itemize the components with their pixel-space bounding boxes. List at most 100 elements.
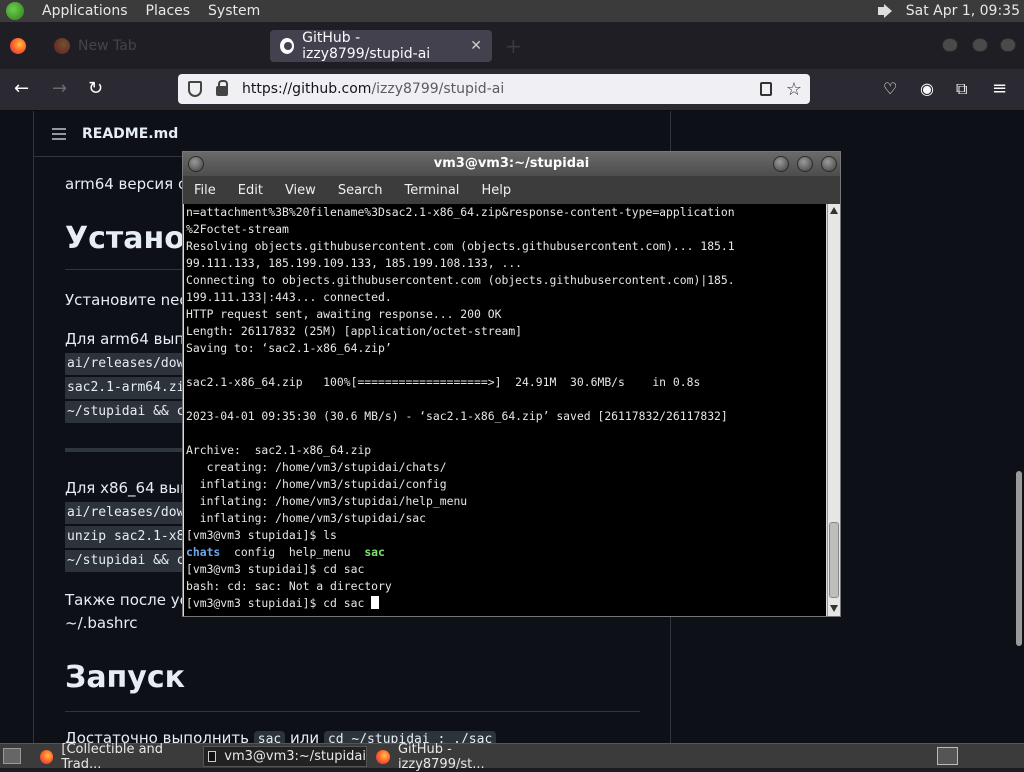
- bottom-taskbar: [Collectible and Trad... vm3@vm3:~/stupi…: [0, 742, 1024, 772]
- terminal-line: Resolving objects.githubusercontent.com …: [186, 239, 735, 253]
- terminal-line: 2023-04-01 09:35:30 (30.6 MB/s) - ‘sac2.…: [186, 409, 728, 423]
- minimize-button[interactable]: [942, 38, 958, 52]
- top-panel: Applications Places System Sat Apr 1, 09…: [0, 0, 1024, 22]
- extensions-icon[interactable]: ⧉: [956, 79, 967, 99]
- terminal-line: n=attachment%3B%20filename%3Dsac2.1-x86_…: [186, 205, 735, 219]
- url-bar[interactable]: https://github.com/izzy8799/stupid-ai ☆: [178, 74, 810, 104]
- code-line: ~/stupidai && c: [65, 401, 187, 423]
- terminal-line: inflating: /home/vm3/stupidai/help_menu: [186, 494, 468, 508]
- close-window-button[interactable]: [1000, 38, 1016, 52]
- firefox-icon: [54, 38, 70, 54]
- outline-list-icon[interactable]: [52, 127, 66, 140]
- lock-icon[interactable]: [216, 80, 228, 96]
- readme-paragraph: Для x86_64 вып: [65, 479, 190, 497]
- forward-icon[interactable]: →: [52, 79, 67, 99]
- heading-divider: [65, 711, 640, 712]
- tab-github[interactable]: GitHub - izzy8799/stupid-ai ✕: [270, 30, 492, 62]
- github-icon: [280, 38, 295, 54]
- window-menu-button[interactable]: [188, 156, 204, 172]
- readme-paragraph: Установите neof: [65, 291, 194, 309]
- back-icon[interactable]: ←: [14, 79, 29, 99]
- terminal-line: Length: 26117832 (25M) [application/octe…: [186, 324, 523, 338]
- terminal-scrollbar[interactable]: [827, 204, 840, 616]
- volume-icon[interactable]: [876, 3, 894, 19]
- taskbar-item[interactable]: [Collectible and Trad...: [36, 742, 201, 772]
- show-desktop-icon[interactable]: [3, 748, 21, 764]
- code-line: sac2.1-arm64.zi: [65, 377, 187, 399]
- terminal-titlebar[interactable]: vm3@vm3:~/stupidai: [183, 152, 840, 176]
- menu-help[interactable]: Help: [481, 183, 511, 198]
- applications-menu[interactable]: Applications: [42, 0, 128, 22]
- tab-new-tab[interactable]: New Tab: [54, 30, 137, 62]
- taskbar-item-label: vm3@vm3:~/stupidai: [224, 749, 366, 764]
- terminal-line: chats config help_menu sac: [186, 544, 826, 561]
- readme-paragraph: ~/.bashrc: [65, 614, 138, 632]
- taskbar-item-label: GitHub - izzy8799/st...: [397, 741, 485, 772]
- code-line: ~/stupidai && c: [65, 550, 187, 572]
- terminal-line: Saving to: ‘sac2.1-x86_64.zip’: [186, 341, 392, 355]
- firefox-icon: [10, 38, 26, 54]
- distro-logo-icon[interactable]: [6, 2, 24, 20]
- tab-label: New Tab: [78, 38, 137, 54]
- clock[interactable]: Sat Apr 1, 09:35: [906, 3, 1020, 19]
- terminal-line: [vm3@vm3 stupidai]$ cd sac: [186, 562, 365, 576]
- tab-label: GitHub - izzy8799/stupid-ai: [302, 30, 431, 62]
- tracking-shield-icon[interactable]: [188, 81, 202, 97]
- readme-paragraph: arm64 версия со: [65, 175, 196, 193]
- tab-pinned[interactable]: [10, 30, 26, 62]
- terminal-line: HTTP request sent, awaiting response... …: [186, 307, 502, 321]
- taskbar-item-active[interactable]: vm3@vm3:~/stupidai: [203, 746, 367, 767]
- minimize-button[interactable]: [773, 156, 789, 172]
- close-button[interactable]: [821, 156, 837, 172]
- heading-run: Запуск: [65, 660, 185, 695]
- readme-paragraph: Также после уст: [65, 591, 197, 609]
- prompt-text: [vm3@vm3 stupidai]$ cd sac: [186, 596, 372, 610]
- maximize-button[interactable]: [972, 38, 988, 52]
- terminal-line: bash: cd: sac: Not a directory: [186, 579, 392, 593]
- menu-edit[interactable]: Edit: [238, 183, 263, 198]
- pocket-icon[interactable]: ♡: [883, 79, 897, 99]
- terminal-title: vm3@vm3:~/stupidai: [433, 156, 590, 171]
- reload-icon[interactable]: ↻: [88, 79, 103, 99]
- page-scrollbar[interactable]: [1016, 471, 1022, 646]
- readme-paragraph: Для arm64 выпо: [65, 330, 194, 348]
- new-tab-icon[interactable]: +: [505, 36, 522, 56]
- hamburger-menu-icon[interactable]: ≡: [992, 79, 1007, 99]
- terminal-line: 99.111.133, 185.199.109.133, 185.199.108…: [186, 256, 523, 270]
- terminal-line: Connecting to objects.githubusercontent.…: [186, 273, 735, 287]
- url-path: /izzy8799/stupid-ai: [371, 81, 505, 97]
- menu-search[interactable]: Search: [338, 183, 383, 198]
- workspace-switcher[interactable]: [937, 747, 958, 765]
- menu-view[interactable]: View: [285, 183, 316, 198]
- account-icon[interactable]: ◉: [920, 79, 934, 99]
- terminal-line: creating: /home/vm3/stupidai/chats/: [186, 460, 447, 474]
- scroll-thumb[interactable]: [829, 522, 839, 598]
- terminal-line: sac2.1-x86_64.zip 100%[=================…: [186, 375, 701, 389]
- reader-view-icon[interactable]: [759, 82, 772, 96]
- taskbar-item[interactable]: GitHub - izzy8799/st...: [372, 742, 542, 772]
- ls-exe-entry: sac: [364, 545, 385, 559]
- taskbar-item-label: [Collectible and Trad...: [61, 741, 164, 772]
- scroll-up-icon[interactable]: [830, 207, 838, 214]
- places-menu[interactable]: Places: [146, 0, 191, 22]
- menu-file[interactable]: File: [194, 183, 216, 198]
- terminal-line: 199.111.133|:443... connected.: [186, 290, 392, 304]
- firefox-icon: [376, 749, 390, 764]
- close-tab-icon[interactable]: ✕: [470, 38, 482, 54]
- terminal-output[interactable]: n=attachment%3B%20filename%3Dsac2.1-x86_…: [184, 204, 826, 616]
- url-text[interactable]: https://github.com/izzy8799/stupid-ai: [242, 81, 504, 97]
- maximize-button[interactable]: [797, 156, 813, 172]
- firefox-icon: [40, 749, 54, 764]
- terminal-prompt-line: [vm3@vm3 stupidai]$ cd sac: [186, 595, 826, 612]
- menu-terminal[interactable]: Terminal: [404, 183, 459, 198]
- code-line: ai/releases/dow: [65, 502, 187, 524]
- run-text: или: [290, 729, 320, 743]
- system-menu[interactable]: System: [208, 0, 260, 22]
- scroll-down-icon[interactable]: [830, 605, 838, 612]
- bookmark-star-icon[interactable]: ☆: [786, 79, 802, 100]
- inline-code: sac: [253, 731, 286, 743]
- navigation-bar: ← → ↻ https://github.com/izzy8799/stupid…: [0, 69, 1024, 111]
- ls-dir-entry: chats: [186, 545, 221, 559]
- readme-filename: README.md: [82, 125, 179, 142]
- code-line: ai/releases/dow: [65, 353, 187, 375]
